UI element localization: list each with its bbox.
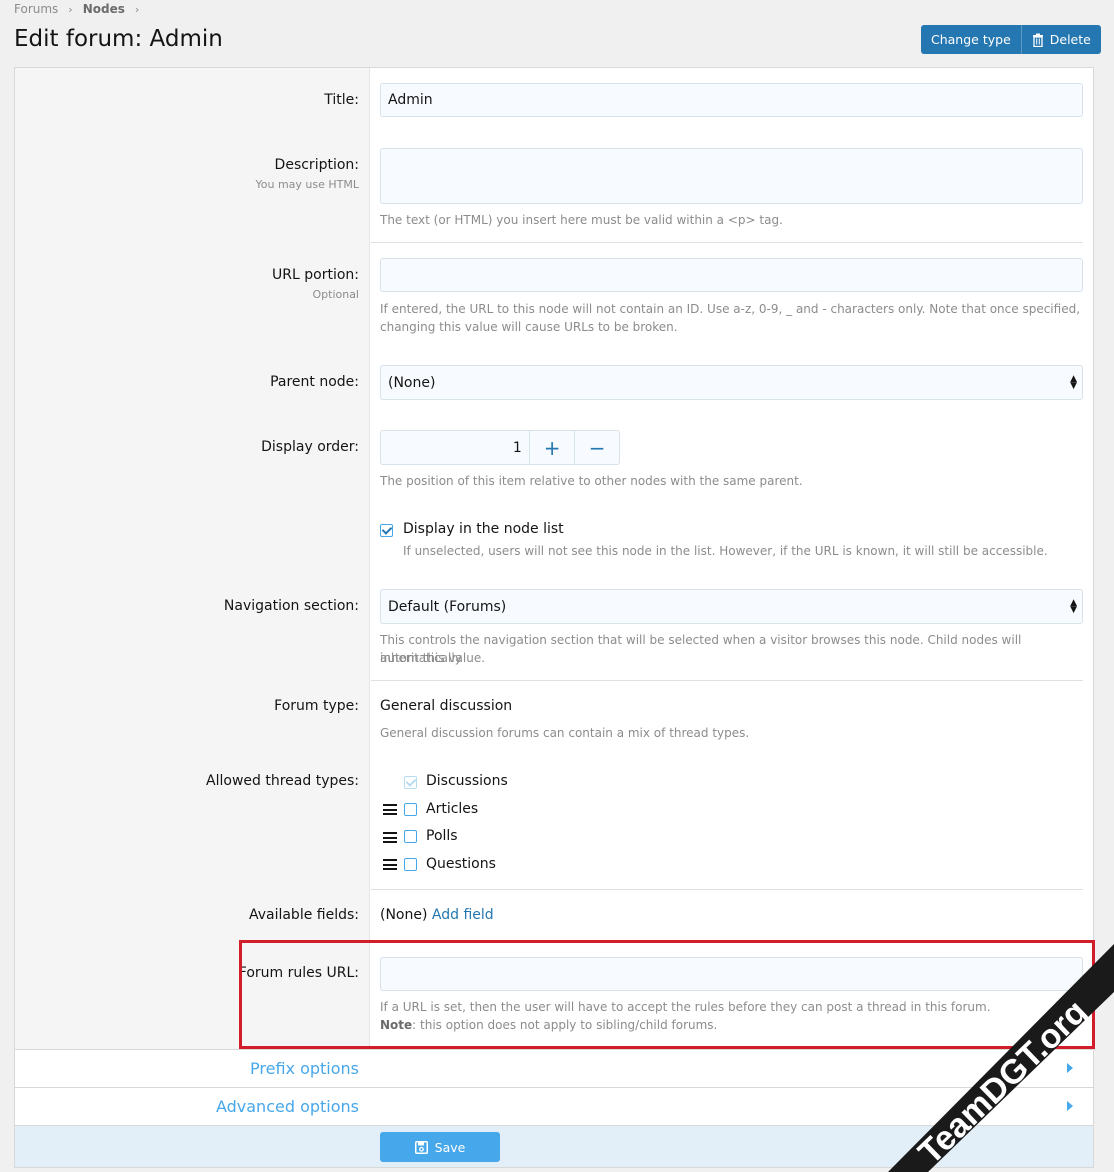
save-button[interactable]: Save	[380, 1132, 500, 1162]
polls-checkbox[interactable]	[404, 830, 417, 843]
label-column	[15, 68, 370, 1049]
display-in-list-label[interactable]: Display in the node list	[403, 521, 564, 537]
chevron-right-icon: ›	[68, 2, 73, 16]
parent-node-label: Parent node:	[270, 374, 359, 390]
display-in-list-explain: If unselected, users will not see this n…	[403, 544, 1048, 558]
questions-checkbox[interactable]	[404, 858, 417, 871]
description-label: Description:	[274, 157, 359, 173]
divider	[371, 680, 1083, 681]
forum-type-explain: General discussion forums can contain a …	[380, 726, 750, 740]
display-order-value: 1	[512, 439, 522, 456]
thread-type-articles[interactable]: Articles	[426, 801, 478, 817]
display-order-label: Display order:	[261, 439, 359, 455]
breadcrumb-forums[interactable]: Forums	[14, 2, 58, 16]
header-actions: Change type Delete	[921, 25, 1101, 54]
breadcrumb: Forums › Nodes ›	[14, 0, 149, 18]
available-fields-value: (None) Add field	[380, 907, 494, 923]
chevron-right-icon: ›	[134, 2, 140, 16]
parent-node-value: (None)	[388, 374, 436, 391]
change-type-label: Change type	[931, 32, 1011, 47]
plus-icon: +	[543, 435, 561, 460]
delete-button[interactable]: Delete	[1020, 25, 1101, 54]
watermark-text: TeamDGT.org	[911, 993, 1095, 1172]
change-type-button[interactable]: Change type	[921, 25, 1021, 54]
title-input[interactable]: Admin	[380, 83, 1083, 117]
description-explain: The text (or HTML) you insert here must …	[380, 213, 783, 227]
thread-type-questions[interactable]: Questions	[426, 856, 496, 872]
display-in-list-checkbox[interactable]	[380, 524, 393, 537]
forum-type-label: Forum type:	[274, 698, 359, 714]
add-field-link[interactable]: Add field	[432, 907, 494, 923]
description-textarea[interactable]	[380, 148, 1083, 204]
url-portion-explain-2: changing this value will cause URLs to b…	[380, 320, 678, 334]
trash-icon	[1032, 33, 1043, 47]
watermark-banner: TeamDGT.org	[888, 944, 1114, 1172]
minus-icon: −	[588, 435, 606, 460]
discussions-checkbox	[404, 776, 417, 789]
available-fields-label: Available fields:	[248, 907, 359, 923]
thread-type-discussions: Discussions	[426, 773, 508, 789]
navigation-section-select[interactable]: Default (Forums) ▲ ▼	[380, 589, 1083, 624]
url-portion-hint: Optional	[312, 288, 359, 301]
forum-type-value: General discussion	[380, 698, 513, 714]
delete-label: Delete	[1049, 32, 1091, 47]
display-order-input[interactable]: 1	[381, 431, 530, 464]
url-portion-input[interactable]	[380, 258, 1083, 292]
drag-handle-icon[interactable]	[383, 859, 397, 870]
thread-types-label: Allowed thread types:	[206, 773, 359, 789]
url-portion-explain-1: If entered, the URL to this node will no…	[380, 302, 1081, 316]
display-order-stepper: 1 + −	[380, 430, 620, 465]
increment-button[interactable]: +	[530, 431, 575, 464]
navigation-explain-2: inherit this value.	[380, 651, 486, 665]
articles-checkbox[interactable]	[404, 803, 417, 816]
save-label: Save	[434, 1139, 466, 1155]
drag-handle-icon[interactable]	[383, 804, 397, 815]
divider	[371, 889, 1083, 890]
decrement-button[interactable]: −	[574, 431, 619, 464]
parent-node-select[interactable]: (None) ▲ ▼	[380, 365, 1083, 400]
breadcrumb-nodes[interactable]: Nodes	[83, 2, 125, 16]
prefix-options-label: Prefix options	[250, 1059, 359, 1078]
title-label: Title:	[324, 92, 359, 108]
description-hint: You may use HTML	[255, 178, 360, 191]
save-icon	[414, 1140, 428, 1154]
page-title: Edit forum: Admin	[14, 26, 223, 52]
advanced-options-label: Advanced options	[215, 1097, 359, 1116]
title-value: Admin	[388, 92, 433, 108]
display-order-explain: The position of this item relative to ot…	[380, 474, 803, 488]
divider	[371, 242, 1083, 243]
select-arrows-icon: ▲ ▼	[1070, 597, 1077, 615]
thread-type-polls[interactable]: Polls	[426, 828, 458, 844]
available-fields-none: (None)	[380, 907, 428, 923]
drag-handle-icon[interactable]	[383, 832, 397, 843]
watermark: TeamDGT.org	[880, 944, 1114, 1172]
navigation-section-label: Navigation section:	[223, 598, 359, 614]
select-arrows-icon: ▲ ▼	[1070, 373, 1077, 391]
navigation-section-value: Default (Forums)	[388, 598, 507, 615]
url-portion-label: URL portion:	[272, 267, 359, 283]
